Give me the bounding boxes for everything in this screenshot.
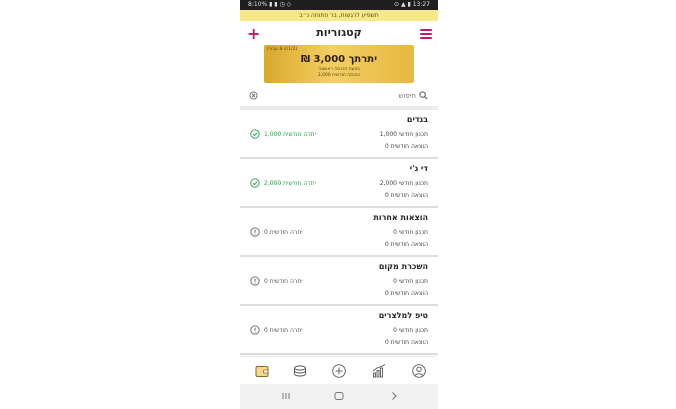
wallet-icon[interactable] bbox=[254, 363, 270, 379]
category-plan: תכנון חודשי 0 bbox=[393, 229, 428, 236]
page-title: קטגוריות bbox=[316, 26, 362, 39]
add-category-icon[interactable]: + bbox=[247, 24, 260, 43]
category-name: הוצאות אחרות bbox=[373, 213, 428, 222]
category-plan: תכנון חודשי 2,000 bbox=[379, 180, 428, 187]
category-expense: הוצאה חודשית 0 bbox=[384, 192, 428, 199]
category-name: בגדים bbox=[406, 115, 428, 124]
category-item[interactable]: די ג'י תכנון חודשי 2,000 הוצאה חודשית 0 … bbox=[240, 159, 438, 208]
alert-circle-icon bbox=[250, 276, 260, 286]
home-icon[interactable] bbox=[333, 390, 345, 402]
category-item[interactable]: הוצאות אחרות תכנון חודשי 0 הוצאה חודשית … bbox=[240, 208, 438, 257]
category-remain: יתרה חודשית 0 bbox=[264, 327, 303, 334]
chart-icon[interactable] bbox=[371, 363, 387, 379]
category-item[interactable]: טיפ למלצרים תכנון חודשי 0 הוצאה חודשית 0… bbox=[240, 306, 438, 355]
balance-date: (8-2/1/2 עבור) bbox=[267, 47, 298, 52]
balance-card[interactable]: (8-2/1/2 עבור) יתרתך 3,000 ₪ בצעת הכנסה … bbox=[264, 45, 414, 83]
category-expense: הוצאה חודשית 0 bbox=[384, 143, 428, 150]
coins-icon[interactable] bbox=[292, 363, 308, 379]
system-nav bbox=[240, 384, 438, 409]
category-expense: הוצאה חודשית 0 bbox=[384, 290, 428, 297]
category-name: טיפ למלצרים bbox=[378, 311, 428, 320]
notice-bar[interactable]: תשפיע לרגשות, בר פתוחה נ״ב bbox=[240, 10, 438, 21]
category-name: די ג'י bbox=[409, 164, 428, 173]
add-circle-icon[interactable] bbox=[331, 363, 347, 379]
category-remain: יתרה חודשית 0 bbox=[264, 229, 303, 236]
category-expense: הוצאה חודשית 0 bbox=[384, 339, 428, 346]
status-left: 8:10% ▮ ▮ ◷ ◇ bbox=[248, 1, 292, 8]
check-circle-icon bbox=[250, 129, 260, 139]
status-bar: 8:10% ▮ ▮ ◷ ◇ ⊙ ▲ ▮ 13:27 bbox=[240, 0, 438, 10]
back-icon[interactable] bbox=[388, 390, 400, 402]
category-item[interactable]: השכרת מקום תכנון חודשי 0 הוצאה חודשית 0 … bbox=[240, 257, 438, 306]
status-right: ⊙ ▲ ▮ 13:27 bbox=[394, 1, 430, 8]
balance-amount: יתרתך 3,000 ₪ bbox=[300, 54, 378, 65]
profile-icon[interactable] bbox=[411, 363, 427, 379]
bottom-nav bbox=[240, 356, 438, 384]
clear-search-icon[interactable] bbox=[249, 91, 258, 100]
category-remain: יתרה חודשית 1,000 bbox=[264, 131, 316, 138]
category-plan: תכנון חודשי 0 bbox=[393, 327, 428, 334]
check-circle-icon bbox=[250, 178, 260, 188]
category-remain: יתרה חודשית 0 bbox=[264, 278, 303, 285]
recents-icon[interactable] bbox=[280, 390, 292, 402]
balance-line-1: בצעת הכנסה ראשונה bbox=[318, 67, 360, 72]
balance-line-2: הכנסה חודשית 3,000 bbox=[317, 73, 361, 78]
app-header: קטגוריות + bbox=[240, 21, 438, 45]
phone-screen: 8:10% ▮ ▮ ◷ ◇ ⊙ ▲ ▮ 13:27 תשפיע לרגשות, … bbox=[240, 0, 438, 409]
search-input[interactable] bbox=[276, 90, 416, 102]
search-icon[interactable] bbox=[419, 91, 428, 100]
category-plan: תכנון חודשי 1,000 bbox=[379, 131, 428, 138]
alert-circle-icon bbox=[250, 325, 260, 335]
category-item[interactable]: בגדים תכנון חודשי 1,000 הוצאה חודשית 0 י… bbox=[240, 110, 438, 159]
category-name: השכרת מקום bbox=[378, 262, 428, 271]
category-remain: יתרה חודשית 2,000 bbox=[264, 180, 316, 187]
search-bar bbox=[246, 89, 432, 103]
alert-circle-icon bbox=[250, 227, 260, 237]
category-expense: הוצאה חודשית 0 bbox=[384, 241, 428, 248]
category-plan: תכנון חודשי 0 bbox=[393, 278, 428, 285]
category-list: בגדים תכנון חודשי 1,000 הוצאה חודשית 0 י… bbox=[240, 110, 438, 355]
